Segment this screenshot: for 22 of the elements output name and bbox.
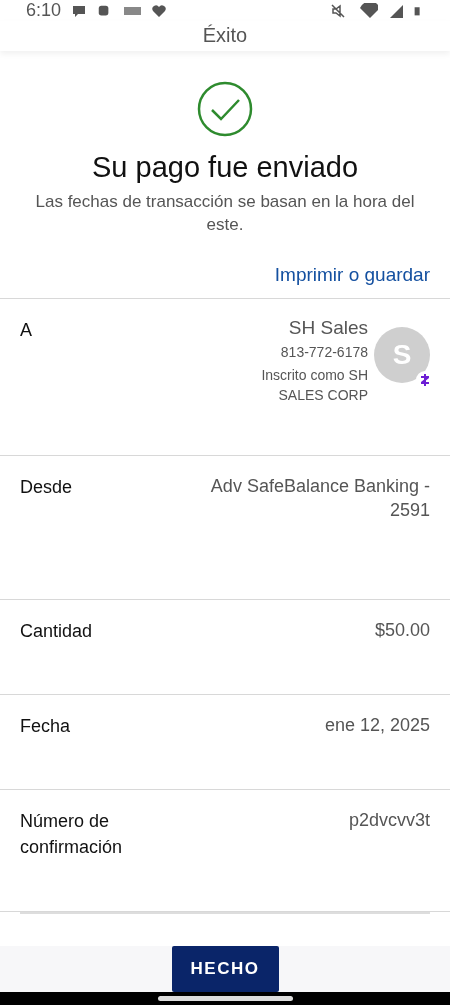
enrolled-note: Inscrito como SH SALES CORP	[260, 365, 368, 405]
detail-label: Número de confirmación	[20, 809, 124, 859]
done-button[interactable]: HECHO	[171, 945, 279, 992]
recipient-name: SH Sales	[288, 316, 368, 339]
print-save-link[interactable]: Imprimir o guardar	[274, 263, 430, 286]
heart-icon	[151, 2, 168, 19]
mute-icon	[330, 2, 346, 19]
success-heading: Su pago fue enviado	[91, 150, 359, 184]
detail-value: ene 12, 2025	[324, 713, 430, 737]
info-text: Las fechas de transacción se basan en la hora del este.	[34, 190, 416, 236]
detail-label: Desde	[20, 475, 73, 499]
page-title: Éxito	[202, 24, 248, 48]
recipient-phone: 813-772-6178	[279, 342, 368, 362]
success-check-icon	[197, 80, 253, 137]
detail-value: $50.00	[374, 618, 430, 642]
detail-value: Adv SafeBalance Banking - 2591	[209, 474, 430, 522]
detail-label: A	[20, 318, 32, 342]
detail-label: Fecha	[20, 714, 71, 738]
detail-label: Cantidad	[20, 619, 93, 643]
status-time: 6:10	[26, 0, 62, 21]
home-indicator[interactable]	[157, 995, 293, 1001]
detail-value: p2dvcvv3t	[348, 808, 430, 832]
